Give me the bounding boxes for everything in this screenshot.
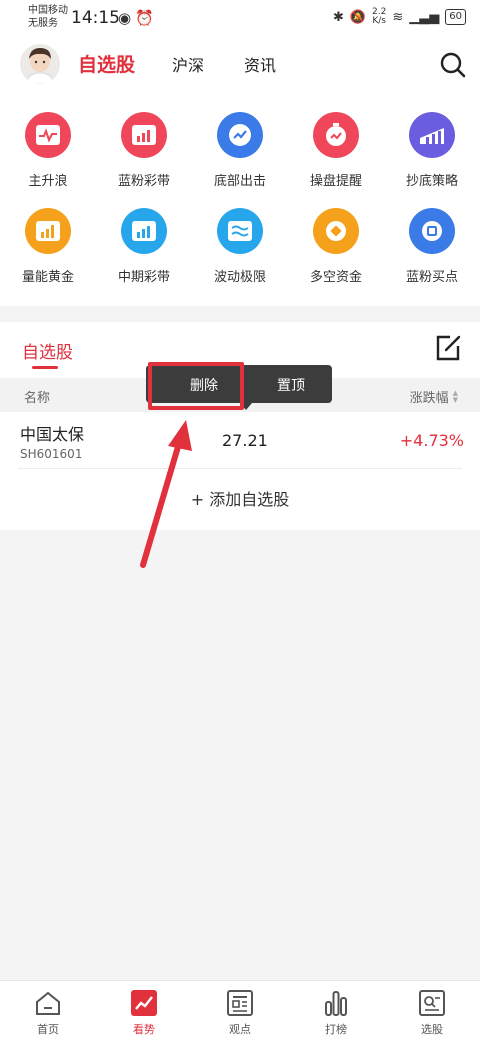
speed-unit: K/s — [372, 16, 386, 26]
tab-news[interactable]: 资讯 — [244, 52, 276, 76]
nav-stock-pick[interactable]: 选股 — [384, 989, 480, 1037]
table-row[interactable]: 中国太保 SH601601 27.21 +4.73% — [0, 412, 480, 468]
nav-label: 看势 — [133, 1023, 155, 1036]
nav-home[interactable]: 首页 — [0, 989, 96, 1037]
carrier-name: 中国移动 — [28, 5, 68, 16]
row-divider — [18, 468, 462, 469]
feature-label: 量能黄金 — [21, 270, 74, 285]
news-icon — [226, 989, 254, 1017]
tab-watchlist[interactable]: 自选股 — [78, 50, 135, 77]
stock-pick-icon — [418, 989, 446, 1017]
stock-price: 27.21 — [222, 431, 268, 450]
feature-label: 操盘提醒 — [309, 174, 362, 189]
feature-bottom-strategy[interactable]: 抄底策略 — [384, 112, 480, 189]
stock-name: 中国太保 — [20, 425, 85, 444]
nav-ranking[interactable]: 打榜 — [288, 989, 384, 1037]
bottom-navigation: 首页 看势 观点 打榜 选股 — [0, 980, 480, 1040]
alarm-icon — [313, 112, 359, 158]
nav-label: 首页 — [37, 1023, 59, 1036]
carrier-info: 中国移动 无服务 — [28, 4, 68, 30]
add-watchlist-button[interactable]: + 添加自选股 — [0, 486, 480, 510]
wave-icon — [217, 208, 263, 254]
tab-shanghai-shenzhen[interactable]: 沪深 — [172, 52, 204, 76]
status-right-icons: ✱ 🔕 2.2 K/s ≋ ▁▃▅ 60 — [333, 8, 466, 26]
nav-label: 打榜 — [325, 1023, 347, 1036]
feature-main-wave[interactable]: 主升浪 — [0, 112, 96, 189]
trend-up-icon — [217, 112, 263, 158]
stock-change: +4.73% — [399, 431, 464, 450]
change-header-label: 涨跌幅 — [409, 391, 449, 406]
nav-trend[interactable]: 看势 — [96, 989, 192, 1037]
tab-underline — [32, 366, 58, 369]
feature-bottom-attack[interactable]: 底部出击 — [192, 112, 288, 189]
status-bar: 中国移动 无服务 14:15 ◉⏰ ✱ 🔕 2.2 K/s ≋ ▁▃▅ 60 — [0, 0, 480, 36]
column-change-header[interactable]: 涨跌幅 ▲ ▼ — [410, 387, 458, 406]
column-name-header: 名称 — [24, 391, 51, 406]
feature-label: 蓝粉彩带 — [117, 174, 170, 189]
delete-highlight-box — [148, 362, 244, 410]
network-speed: 2.2 K/s — [372, 8, 386, 26]
volume-chart-icon — [25, 208, 71, 254]
battery-indicator: 60 — [445, 9, 466, 25]
home-icon — [34, 989, 62, 1017]
edit-icon[interactable] — [434, 334, 462, 362]
feature-long-short-funds[interactable]: 多空资金 — [288, 208, 384, 285]
feature-label: 主升浪 — [28, 174, 68, 189]
alarm-status-icon: ⏰ — [135, 9, 158, 27]
feature-trade-alert[interactable]: 操盘提醒 — [288, 112, 384, 189]
feature-label: 蓝粉买点 — [405, 270, 458, 285]
wifi-icon: ≋ — [392, 9, 404, 25]
top-header: 自选股 沪深 资讯 — [0, 36, 480, 96]
coin-icon — [313, 208, 359, 254]
avatar-icon[interactable] — [20, 44, 60, 84]
feature-label: 抄底策略 — [405, 174, 458, 189]
feature-volatility-limit[interactable]: 波动极限 — [192, 208, 288, 285]
pulse-icon — [25, 112, 71, 158]
feature-mid-ribbon[interactable]: 中期彩带 — [96, 208, 192, 285]
status-time: 14:15 — [71, 8, 120, 28]
bar-chart-icon — [322, 989, 350, 1017]
signal-icon: ▁▃▅ — [409, 9, 440, 25]
sort-icon: ▲ ▼ — [452, 388, 458, 404]
bluetooth-icon: ✱ — [332, 9, 344, 25]
mute-icon: 🔕 — [349, 9, 367, 25]
service-status: 无服务 — [28, 18, 58, 29]
pin-to-top-button[interactable]: 置顶 — [277, 375, 305, 395]
nav-label: 选股 — [421, 1023, 443, 1036]
feature-buy-point[interactable]: 蓝粉买点 — [384, 208, 480, 285]
nav-opinions[interactable]: 观点 — [192, 989, 288, 1037]
watchlist-title[interactable]: 自选股 — [22, 338, 73, 363]
feature-volume-gold[interactable]: 量能黄金 — [0, 208, 96, 285]
strategy-chart-icon — [409, 112, 455, 158]
nav-label: 观点 — [229, 1023, 251, 1036]
feature-grid: 主升浪 蓝粉彩带 底部出击 操盘提醒 抄底策略 量能黄金 中期彩带 波动极限 多… — [0, 96, 480, 306]
ribbon-chart-icon — [121, 112, 167, 158]
feature-label: 中期彩带 — [117, 270, 170, 285]
buy-point-icon — [409, 208, 455, 254]
feature-label: 底部出击 — [213, 174, 266, 189]
watchlist-card: 自选股 名称 涨跌幅 ▲ ▼ 中国太保 SH601601 27.21 +4.73%… — [0, 322, 480, 530]
status-left-icons: ◉⏰ — [118, 9, 158, 27]
eye-icon: ◉ — [118, 9, 136, 27]
feature-blue-pink-ribbon[interactable]: 蓝粉彩带 — [96, 112, 192, 189]
mid-ribbon-icon — [121, 208, 167, 254]
feature-label: 多空资金 — [309, 270, 362, 285]
search-icon[interactable] — [438, 50, 468, 80]
trend-icon — [130, 989, 158, 1017]
stock-code: SH601601 — [20, 447, 83, 461]
feature-label: 波动极限 — [213, 270, 266, 285]
